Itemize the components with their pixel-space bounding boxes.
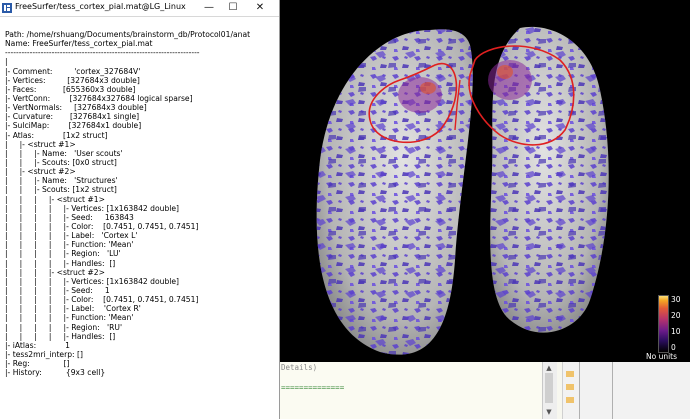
info-line: |- VertNormals: [327684x3 double] bbox=[5, 103, 147, 113]
info-line: |- iAtlas: 1 bbox=[5, 340, 70, 350]
colorbar bbox=[658, 295, 669, 353]
marker-bar bbox=[566, 397, 574, 403]
editor-text-snippet: Details) bbox=[281, 363, 318, 372]
marker-bar bbox=[566, 371, 574, 377]
info-line: | | | | |- Handles: [] bbox=[5, 331, 116, 341]
divider bbox=[612, 362, 613, 419]
info-line: | | | | |- Function: 'Mean' bbox=[5, 240, 134, 250]
info-line: Name: FreeSurfer/tess_cortex_pial.mat bbox=[5, 39, 153, 49]
info-line: | | | | |- Color: [0.7451, 0.7451, 0.745… bbox=[5, 221, 199, 231]
info-line: | | |- Name: 'User scouts' bbox=[5, 148, 123, 158]
window-title: FreeSurfer/tess_cortex_pial.mat@LG_Linux bbox=[15, 2, 186, 11]
info-line: |- VertConn: [327684x327684 logical spar… bbox=[5, 93, 193, 103]
title-bar[interactable]: FreeSurfer/tess_cortex_pial.mat@LG_Linux… bbox=[0, 0, 279, 17]
cortex-surface-render[interactable] bbox=[280, 0, 690, 362]
info-line: | | | | |- Seed: 163843 bbox=[5, 212, 134, 222]
info-line: | | |- Name: 'Structures' bbox=[5, 176, 118, 186]
info-line: | | | | |- Label: 'Cortex L' bbox=[5, 231, 138, 241]
info-line: |- Curvature: [327684x1 single] bbox=[5, 112, 140, 122]
scroll-up-arrow-icon[interactable]: ▲ bbox=[544, 364, 554, 372]
info-line: | | | | |- Label: 'Cortex R' bbox=[5, 304, 141, 314]
info-line: | | | |- <struct #2> bbox=[5, 267, 105, 277]
info-line: | |- <struct #1> bbox=[5, 139, 76, 149]
info-line: | | | | |- Vertices: [1x163842 double] bbox=[5, 203, 180, 213]
info-window: FreeSurfer/tess_cortex_pial.mat@LG_Linux… bbox=[0, 0, 280, 419]
editor-rule-line: ============== bbox=[281, 383, 345, 392]
colorbar-tick-30: 30 bbox=[671, 295, 681, 304]
colorbar-tick-20: 20 bbox=[671, 311, 681, 320]
colorbar-tick-0: 0 bbox=[671, 343, 676, 352]
info-line: ----------------------------------------… bbox=[5, 48, 200, 58]
info-line: |- SulciMap: [327684x1 double] bbox=[5, 121, 142, 131]
info-line: | |- <struct #2> bbox=[5, 167, 76, 177]
divider bbox=[579, 362, 580, 419]
scroll-thumb[interactable] bbox=[545, 373, 553, 403]
scroll-down-arrow-icon[interactable]: ▼ bbox=[544, 408, 554, 416]
info-line: | | |- Scouts: [0x0 struct] bbox=[5, 157, 117, 167]
info-line: |- Faces: [655360x3 double] bbox=[5, 84, 136, 94]
info-line: |- Vertices: [327684x3 double] bbox=[5, 75, 140, 85]
info-line: | | | | |- Vertices: [1x163842 double] bbox=[5, 276, 180, 286]
colorbar-tick-10: 10 bbox=[671, 327, 681, 336]
info-line: | | |- Scouts: [1x2 struct] bbox=[5, 185, 117, 195]
info-line: Path: /home/rshuang/Documents/brainstorm… bbox=[5, 30, 251, 39]
info-line: |- Atlas: [1x2 struct] bbox=[5, 130, 108, 140]
colorbar-unit-label: No units bbox=[646, 352, 678, 361]
info-line: | bbox=[5, 57, 8, 67]
info-line: | | | | |- Color: [0.7451, 0.7451, 0.745… bbox=[5, 295, 199, 305]
info-line: | | | | |- Region: 'LU' bbox=[5, 249, 121, 259]
minimize-button[interactable]: — bbox=[198, 0, 220, 15]
info-line: | | | |- <struct #1> bbox=[5, 194, 105, 204]
close-button[interactable]: ✕ bbox=[249, 0, 271, 15]
info-line: | | | | |- Handles: [] bbox=[5, 258, 116, 268]
maximize-button[interactable]: ☐ bbox=[222, 0, 244, 15]
brain-figure-view[interactable] bbox=[280, 0, 690, 362]
info-line: |- tess2mri_interp: [] bbox=[5, 349, 83, 359]
info-line: | | | | |- Seed: 1 bbox=[5, 285, 110, 295]
info-line: |- History: {9x3 cell} bbox=[5, 368, 106, 378]
side-panel bbox=[562, 362, 690, 419]
info-line: | | | | |- Region: 'RU' bbox=[5, 322, 123, 332]
info-line: | | | | |- Function: 'Mean' bbox=[5, 313, 134, 323]
matlab-variable-icon bbox=[2, 3, 12, 13]
info-line: |- Reg: [] bbox=[5, 359, 70, 369]
structure-info-text: Path: /home/rshuang/Documents/brainstorm… bbox=[5, 30, 277, 410]
info-line: |- Comment: 'cortex_327684V' bbox=[5, 66, 141, 76]
marker-bar bbox=[566, 384, 574, 390]
